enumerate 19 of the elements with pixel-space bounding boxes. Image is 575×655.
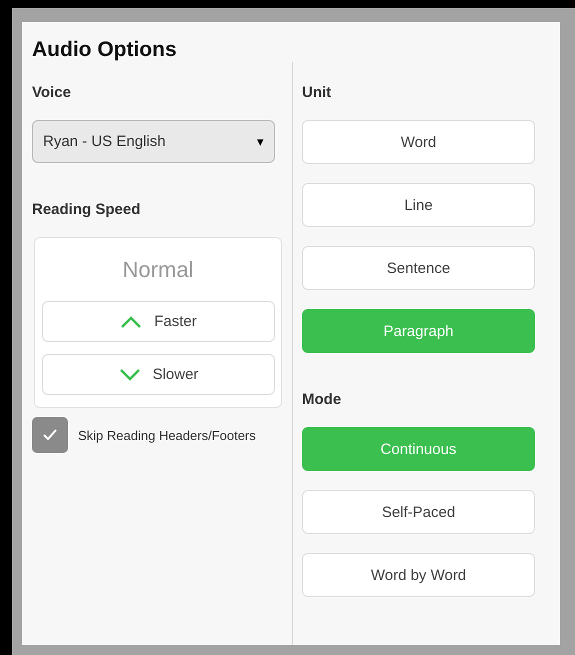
- mode-option[interactable]: Self-Paced: [302, 490, 535, 534]
- chevron-down-icon: [118, 368, 141, 382]
- unit-option[interactable]: Line: [302, 183, 535, 227]
- speed-button[interactable]: Slower: [42, 354, 275, 395]
- reading-speed-label: Reading Speed: [32, 201, 142, 220]
- unit-option[interactable]: Sentence: [302, 246, 535, 290]
- unit-option[interactable]: Word: [302, 120, 535, 164]
- speed-button[interactable]: Faster: [42, 301, 275, 342]
- panel-title: Audio Options: [31, 37, 178, 62]
- unit-label: Unit: [302, 84, 332, 103]
- checkmark-icon: [42, 428, 58, 442]
- mode-label: Mode: [302, 391, 342, 410]
- checkbox-label: Skip Reading Headers/Footers: [78, 428, 256, 442]
- mode-option[interactable]: Word by Word: [302, 553, 535, 597]
- chevron-up-icon: [120, 314, 142, 328]
- speed-value: Normal: [122, 256, 194, 284]
- voice-dropdown[interactable]: Ryan - US English ▾: [32, 120, 275, 163]
- checkbox[interactable]: [32, 417, 68, 453]
- voice-label: Voice: [32, 84, 72, 103]
